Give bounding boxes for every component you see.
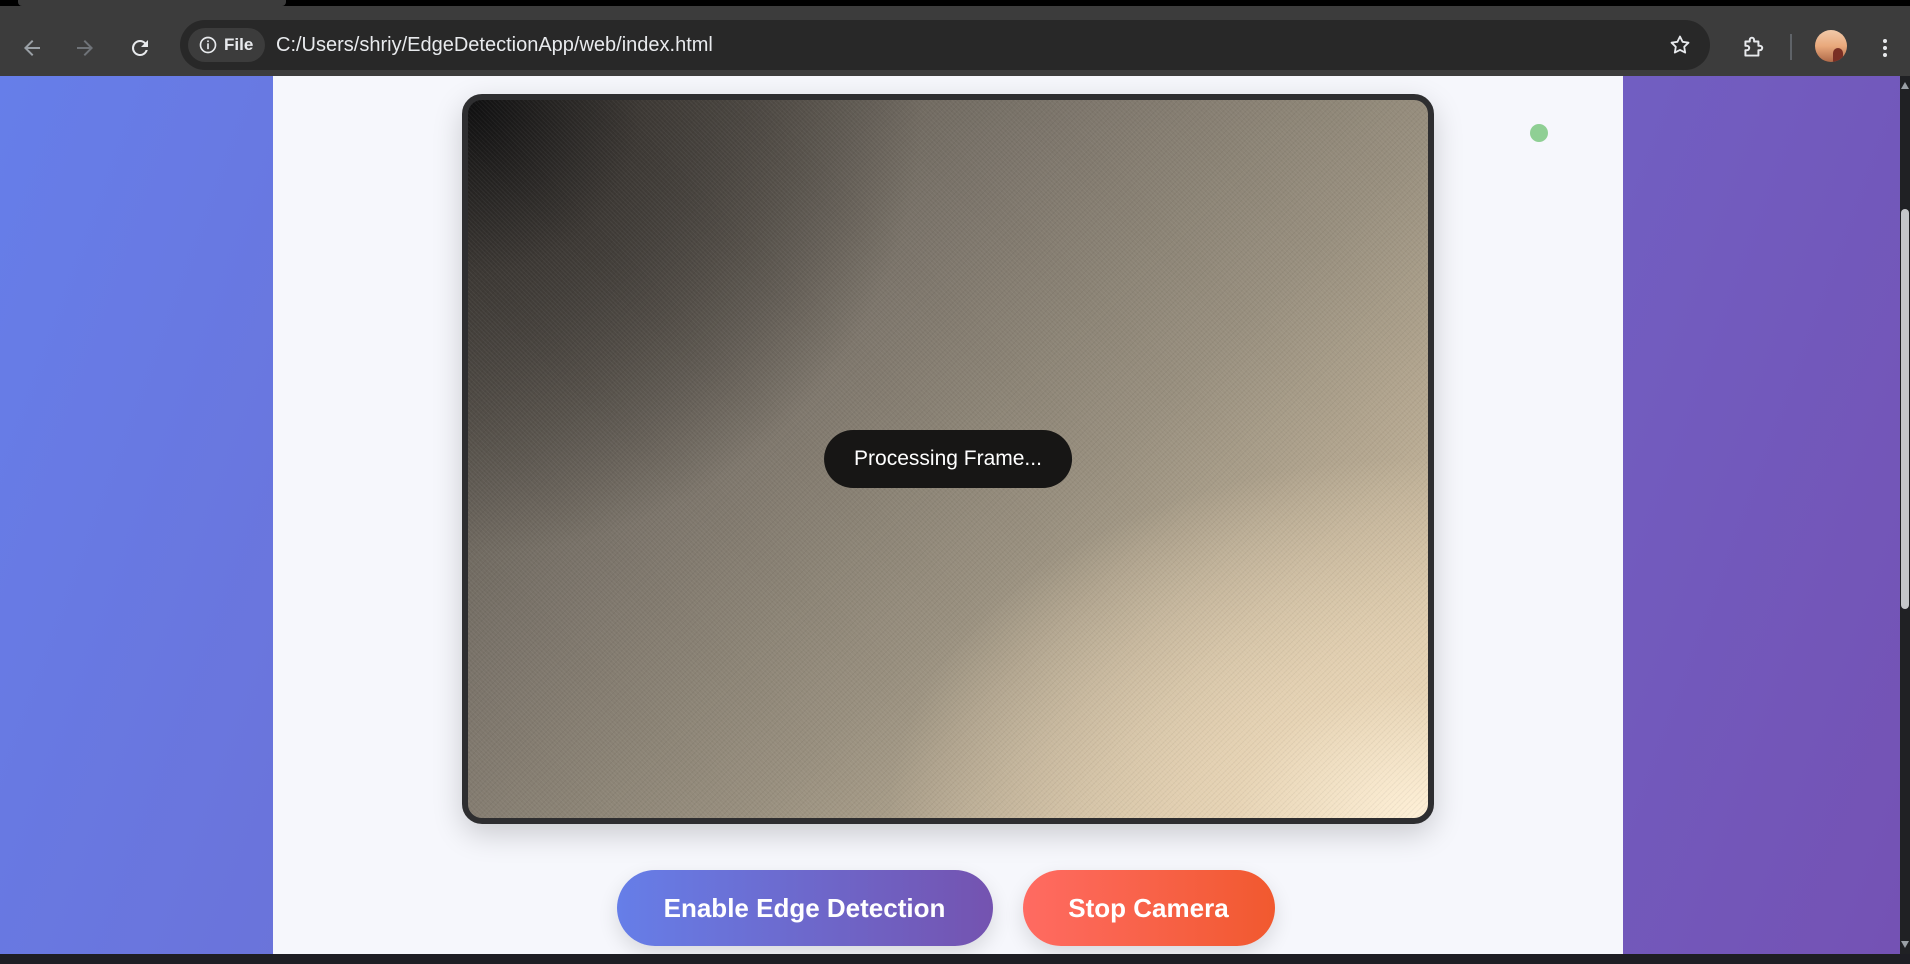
reload-button[interactable] <box>120 28 160 68</box>
status-indicator <box>1530 124 1548 142</box>
extensions-puzzle-icon <box>1744 36 1764 57</box>
site-info-label: File <box>224 35 254 54</box>
scroll-down-arrow-icon[interactable] <box>1901 941 1909 948</box>
camera-feed: Processing Frame... <box>462 94 1434 824</box>
info-icon <box>199 36 217 54</box>
scrollbar-thumb[interactable] <box>1901 209 1909 609</box>
bookmark-star-icon[interactable] <box>1668 33 1692 57</box>
stop-camera-button[interactable]: Stop Camera <box>1022 870 1275 946</box>
controls-bar: Enable Edge Detection Stop Camera <box>273 870 1623 946</box>
more-menu-icon <box>1883 39 1887 57</box>
back-arrow-icon <box>24 40 40 56</box>
profile-avatar[interactable] <box>1815 30 1847 62</box>
app-container: Processing Frame... Enable Edge Detectio… <box>273 76 1623 954</box>
forward-button[interactable] <box>65 28 105 68</box>
back-button[interactable] <box>12 28 52 68</box>
taskbar-edge <box>0 954 1910 964</box>
address-bar[interactable]: File C:/Users/shriy/EdgeDetectionApp/web… <box>180 20 1710 70</box>
extensions-button[interactable] <box>1735 30 1771 66</box>
site-info-chip[interactable]: File <box>188 28 266 62</box>
forward-arrow-icon <box>77 40 93 56</box>
enable-edge-detection-button[interactable]: Enable Edge Detection <box>616 870 993 946</box>
reload-icon <box>132 39 148 56</box>
scroll-up-arrow-icon[interactable] <box>1901 82 1909 89</box>
page-viewport: Processing Frame... Enable Edge Detectio… <box>0 76 1900 954</box>
toolbar-divider <box>1790 34 1792 60</box>
vertical-scrollbar[interactable] <box>1900 76 1910 954</box>
browser-toolbar: File C:/Users/shriy/EdgeDetectionApp/web… <box>0 6 1910 76</box>
processing-overlay: Processing Frame... <box>824 430 1072 488</box>
more-menu-button[interactable] <box>1870 30 1900 66</box>
url-text[interactable]: C:/Users/shriy/EdgeDetectionApp/web/inde… <box>276 20 713 70</box>
